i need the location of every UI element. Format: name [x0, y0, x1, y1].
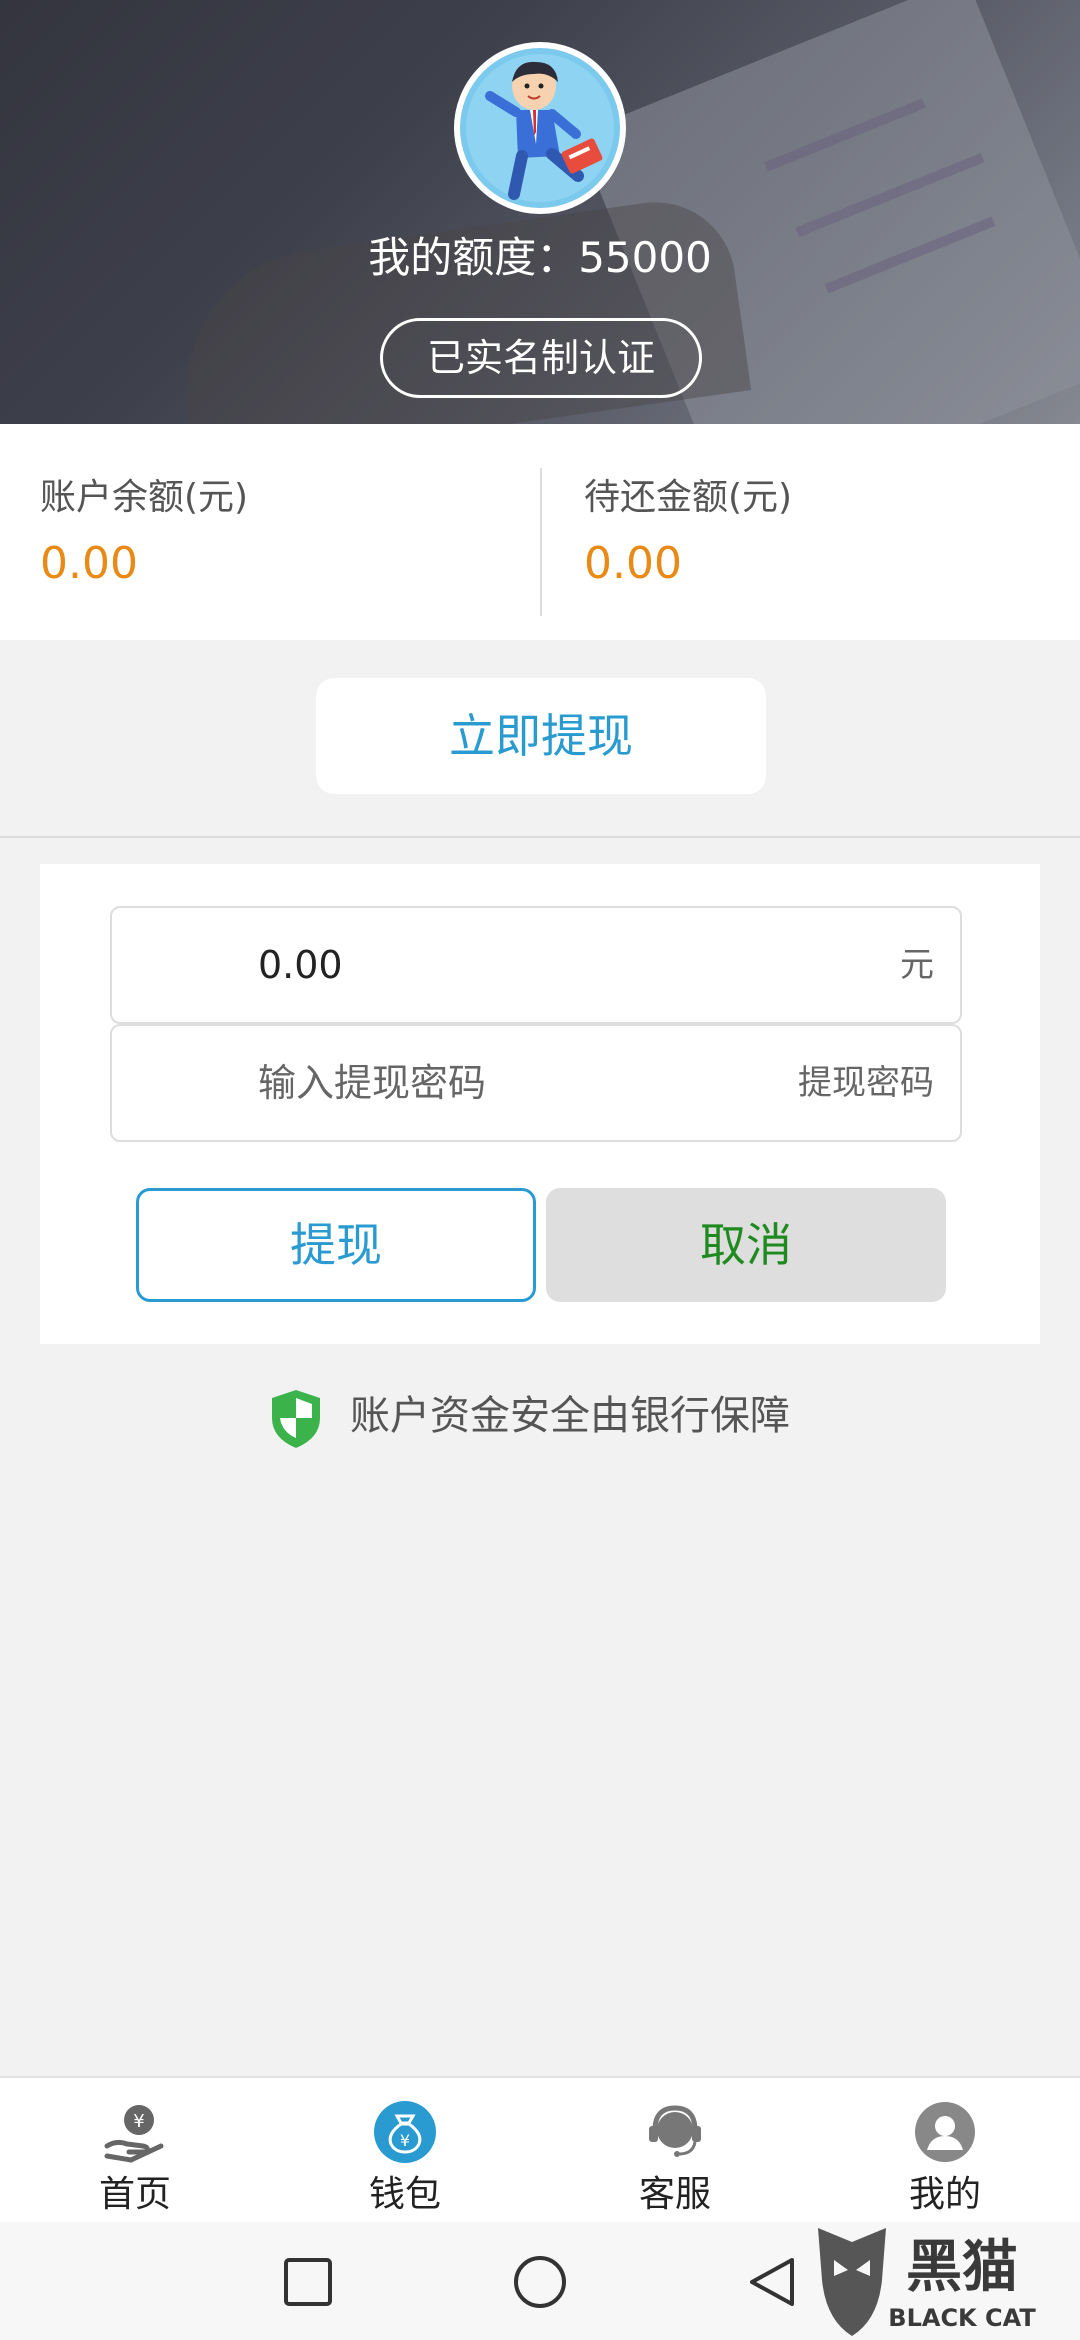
profile-icon — [915, 2102, 975, 2162]
amount-due-value: 0.00 — [584, 538, 682, 589]
tab-profile-label: 我的 — [908, 2174, 981, 2215]
tab-wallet-label: 钱包 — [368, 2174, 441, 2215]
svg-text:¥: ¥ — [400, 2131, 410, 2150]
tab-home-label: 首页 — [98, 2174, 171, 2215]
security-note: 账户资金安全由银行保障 — [268, 1386, 868, 1448]
cancel-button[interactable]: 取消 — [546, 1188, 946, 1302]
avatar[interactable] — [454, 42, 626, 214]
amount-due-label: 待还金额(元) — [584, 477, 793, 518]
security-text: 账户资金安全由银行保障 — [350, 1393, 790, 1439]
credit-quota: 我的额度：55000 — [368, 233, 712, 282]
amount-field[interactable]: 0.00 元 — [110, 906, 962, 1024]
tab-profile[interactable]: 我的 — [810, 2078, 1080, 2224]
customer-service-icon — [649, 2105, 701, 2157]
withdraw-now-button[interactable]: 立即提现 — [316, 678, 766, 794]
tab-wallet[interactable]: ¥ 钱包 — [270, 2078, 540, 2224]
tab-home[interactable]: ¥ 首页 — [0, 2078, 270, 2224]
tab-customer-service[interactable]: 客服 — [540, 2078, 810, 2224]
profile-header: 我的额度：55000 已实名制认证 — [0, 0, 1080, 424]
section-divider — [0, 836, 1080, 838]
cartoon-businessman-avatar — [460, 48, 620, 208]
account-balance-value: 0.00 — [40, 538, 138, 589]
home-circle-icon[interactable] — [510, 2252, 570, 2312]
recent-apps-icon[interactable] — [278, 2252, 338, 2312]
balance-divider — [540, 468, 542, 616]
svg-text:黑猫: 黑猫 — [906, 2235, 1018, 2300]
svg-text:¥: ¥ — [133, 2111, 144, 2132]
shield-icon — [272, 1390, 320, 1448]
amount-due: 待还金额(元) 0.00 — [584, 474, 792, 596]
wallet-moneybag-icon: ¥ — [374, 2101, 436, 2163]
balance-panel: 账户余额(元) 0.00 待还金额(元) 0.00 — [0, 424, 1080, 640]
amount-input-value[interactable]: 0.00 — [258, 908, 343, 1022]
account-balance-label: 账户余额(元) — [40, 477, 249, 518]
back-triangle-icon[interactable] — [742, 2252, 802, 2312]
home-money-hand-icon: ¥ — [104, 2105, 164, 2163]
account-balance: 账户余额(元) 0.00 — [40, 474, 248, 596]
password-field[interactable]: 输入提现密码 提现密码 — [110, 1024, 962, 1142]
bottom-tab-bar: ¥ 首页 ¥ 钱包 客服 我的 — [0, 2076, 1080, 2222]
real-name-verified-badge[interactable]: 已实名制认证 — [380, 318, 702, 398]
amount-unit: 元 — [900, 945, 934, 985]
password-placeholder[interactable]: 输入提现密码 — [258, 1026, 486, 1140]
withdraw-button[interactable]: 提现 — [136, 1188, 536, 1302]
tab-customer-service-label: 客服 — [638, 2174, 711, 2215]
blackcat-watermark-logo: 黑猫 BLACK CAT — [818, 2228, 1036, 2336]
withdraw-form: 0.00 元 输入提现密码 提现密码 提现 取消 — [40, 864, 1040, 1344]
password-label: 提现密码 — [798, 1063, 934, 1103]
svg-text:BLACK CAT: BLACK CAT — [888, 2304, 1036, 2332]
